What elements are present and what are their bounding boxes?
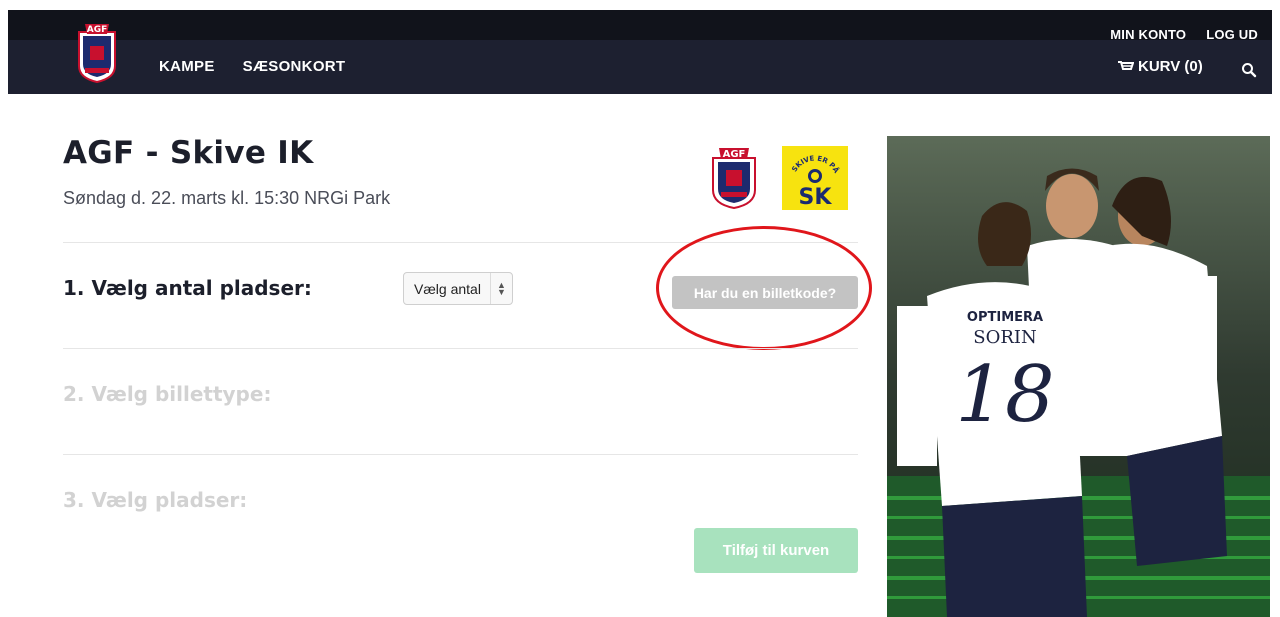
agf-logo-text: AGF — [87, 25, 108, 35]
away-team-logo: SKIVE ER PÅ VEJ SK — [782, 146, 848, 210]
primary-nav: KAMPE SÆSONKORT — [159, 58, 345, 75]
home-logo-text: AGF — [723, 149, 746, 160]
away-logo-text: SK — [799, 185, 833, 210]
event-subtitle: Søndag d. 22. marts kl. 15:30 NRGi Park — [63, 188, 391, 208]
divider — [63, 454, 858, 455]
step-2-heading: 2. Vælg billettype: — [63, 382, 272, 406]
nav-item-kampe[interactable]: KAMPE — [159, 58, 215, 75]
select-arrows-icon: ▲ ▼ — [490, 273, 512, 304]
home-team-logo: AGF — [712, 148, 756, 210]
top-bar: MIN KONTO LOG UD — [8, 10, 1272, 42]
page-title: AGF - Skive IK — [63, 135, 314, 171]
quantity-select[interactable]: Vælg antal ▲ ▼ — [403, 272, 513, 305]
add-to-cart-button[interactable]: Tilføj til kurven — [694, 528, 858, 573]
divider — [63, 348, 858, 349]
nav-item-saesonkort[interactable]: SÆSONKORT — [243, 58, 346, 75]
step-1-heading: 1. Vælg antal pladser: — [63, 276, 312, 300]
player-name: SORIN — [973, 327, 1037, 348]
agf-logo[interactable]: AGF — [75, 18, 119, 84]
shirt-sponsor: OPTIMERA — [967, 310, 1043, 325]
search-icon[interactable] — [1241, 62, 1257, 78]
ticket-code-button[interactable]: Har du en billetkode? — [672, 276, 858, 309]
cart-label: KURV (0) — [1138, 58, 1203, 75]
step-3-heading: 3. Vælg pladser: — [63, 488, 248, 512]
cart-icon — [1118, 60, 1134, 70]
players-celebration-photo: OPTIMERA SORIN 18 — [887, 136, 1270, 617]
player-number: 18 — [955, 350, 1054, 440]
cart-link[interactable]: KURV (0) — [1118, 58, 1203, 75]
quantity-select-value: Vælg antal — [414, 280, 481, 297]
